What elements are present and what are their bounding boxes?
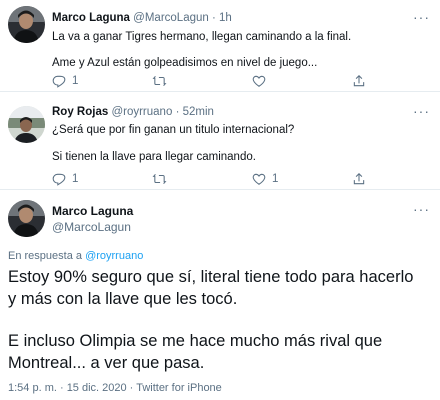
avatar[interactable] <box>8 200 45 237</box>
separator: · <box>211 12 216 24</box>
display-name[interactable]: Marco Laguna <box>52 204 133 218</box>
heart-icon <box>252 75 266 87</box>
like-button[interactable]: 1 <box>252 172 278 186</box>
more-dots-icon[interactable]: ··· <box>413 104 430 118</box>
retweet-button[interactable] <box>152 74 173 88</box>
reply-icon <box>52 75 66 88</box>
handle[interactable]: @royrruano <box>111 106 172 118</box>
focused-tweet: Marco Laguna @MarcoLagun ··· En respuest… <box>0 190 440 400</box>
tweet-text-line: E incluso Olimpia se me hace mucho más r… <box>8 332 383 350</box>
handle[interactable]: @MarcoLagun <box>133 12 209 24</box>
like-button[interactable] <box>252 74 272 88</box>
handle[interactable]: @MarcoLagun <box>52 220 131 234</box>
share-button[interactable] <box>352 74 366 88</box>
avatar[interactable] <box>8 6 45 43</box>
display-name[interactable]: Roy Rojas <box>52 106 108 118</box>
tweet-actions: 1 <box>52 74 412 90</box>
retweet-icon <box>152 173 167 185</box>
tweet-text-line: La va a ganar Tigres hermano, llegan cam… <box>52 31 352 43</box>
share-icon <box>353 173 365 185</box>
tweet-header: Roy Rojas @royrruano · 52min <box>52 106 214 118</box>
avatar[interactable] <box>8 106 45 143</box>
tweet-header: Marco Laguna @MarcoLagun · 1h <box>52 12 232 24</box>
reply-count: 1 <box>72 75 79 87</box>
tweet-text-line: y más con la llave que les tocó. <box>8 290 238 308</box>
timestamp[interactable]: 52min <box>183 106 214 118</box>
tweet-item[interactable]: Roy Rojas @royrruano · 52min ··· ¿Será q… <box>0 92 440 190</box>
more-dots-icon[interactable]: ··· <box>413 10 430 24</box>
display-name[interactable]: Marco Laguna <box>52 12 130 24</box>
share-icon <box>353 75 365 87</box>
heart-icon <box>252 173 266 185</box>
tweet-thread: Marco Laguna @MarcoLagun · 1h ··· La va … <box>0 0 440 400</box>
tweet-text-line: Si tienen la llave para llegar caminando… <box>52 151 256 163</box>
tweet-text-line: ¿Será que por fin ganan un titulo intern… <box>52 124 295 136</box>
reply-button[interactable]: 1 <box>52 74 78 88</box>
reply-count: 1 <box>72 173 79 185</box>
reply-prefix: En respuesta a <box>8 250 82 262</box>
like-count: 1 <box>272 173 279 185</box>
retweet-button[interactable] <box>152 172 173 186</box>
tweet-text-line: Estoy 90% seguro que sí, literal tiene t… <box>8 268 414 286</box>
share-button[interactable] <box>352 172 366 186</box>
tweet-text-line: Montreal... a ver que pasa. <box>8 354 205 372</box>
more-dots-icon[interactable]: ··· <box>413 202 430 216</box>
reply-mention-link[interactable]: @royrruano <box>85 250 143 262</box>
tweet-timestamp[interactable]: 1:54 p. m. · 15 dic. 2020 · Twitter for … <box>8 382 222 394</box>
retweet-icon <box>152 75 167 87</box>
separator: · <box>175 106 180 118</box>
tweet-actions: 1 1 <box>52 172 412 188</box>
reply-button[interactable]: 1 <box>52 172 78 186</box>
timestamp[interactable]: 1h <box>219 12 232 24</box>
reply-context: En respuesta a @royrruano <box>8 250 143 262</box>
reply-icon <box>52 173 66 186</box>
tweet-text-line: Ame y Azul están golpeadisimos en nivel … <box>52 57 318 69</box>
